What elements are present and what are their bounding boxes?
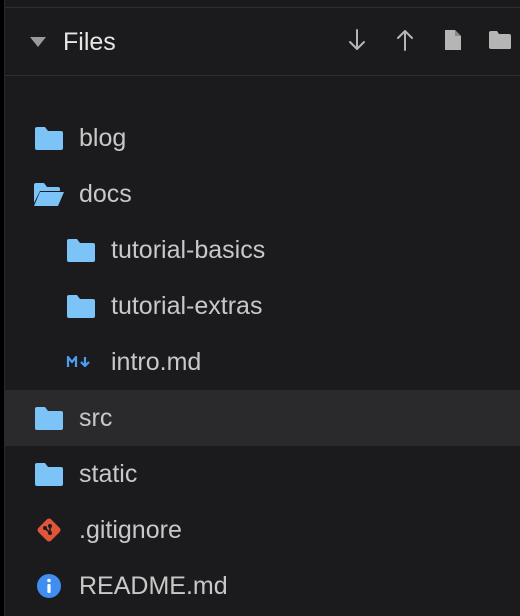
tree-item-label: tutorial-extras (111, 291, 263, 320)
tree-item-label: docs (79, 179, 132, 208)
git-icon (33, 516, 65, 544)
tree-item-label: tutorial-basics (111, 235, 266, 264)
folder-icon (33, 404, 65, 432)
folder-icon (65, 292, 97, 320)
file-explorer-panel: Files blog docs tutorial-basics tutorial… (4, 0, 520, 616)
files-section-header[interactable]: Files (5, 8, 520, 76)
tree-item-gitignore[interactable]: .gitignore (5, 502, 520, 558)
tree-item-tutorial-extras[interactable]: tutorial-extras (5, 278, 520, 334)
tree-item-tutorial-basics[interactable]: tutorial-basics (5, 222, 520, 278)
folder-open-icon (33, 180, 65, 208)
tree-item-docs[interactable]: docs (5, 166, 520, 222)
section-title: Files (63, 28, 116, 56)
tree-item-label: static (79, 459, 138, 488)
tree-item-src[interactable]: src (5, 390, 520, 446)
tree-item-label: intro.md (111, 347, 202, 376)
tree-item-static[interactable]: static (5, 446, 520, 502)
folder-icon (65, 236, 97, 264)
markdown-icon (65, 348, 97, 376)
upload-button[interactable] (390, 25, 420, 55)
new-file-button[interactable] (438, 25, 468, 55)
download-button[interactable] (342, 25, 372, 55)
tree-item-label: blog (79, 123, 127, 152)
tree-item-readme-md[interactable]: README.md (5, 558, 520, 614)
arrow-up-icon (395, 28, 415, 52)
panel-top-divider (5, 0, 520, 8)
info-icon (33, 572, 65, 600)
tree-item-label: README.md (79, 571, 228, 600)
caret-down-icon[interactable] (29, 35, 47, 49)
folder-icon (488, 30, 512, 50)
tree-item-label: .gitignore (79, 515, 182, 544)
folder-icon (33, 124, 65, 152)
new-folder-button[interactable] (485, 25, 515, 55)
tree-item-intro-md[interactable]: intro.md (5, 334, 520, 390)
tree-item-blog[interactable]: blog (5, 110, 520, 166)
tree-item-label: src (79, 403, 113, 432)
file-tree: blog docs tutorial-basics tutorial-extra… (5, 110, 520, 614)
folder-icon (33, 460, 65, 488)
file-icon (444, 29, 462, 51)
arrow-down-icon (347, 28, 367, 52)
